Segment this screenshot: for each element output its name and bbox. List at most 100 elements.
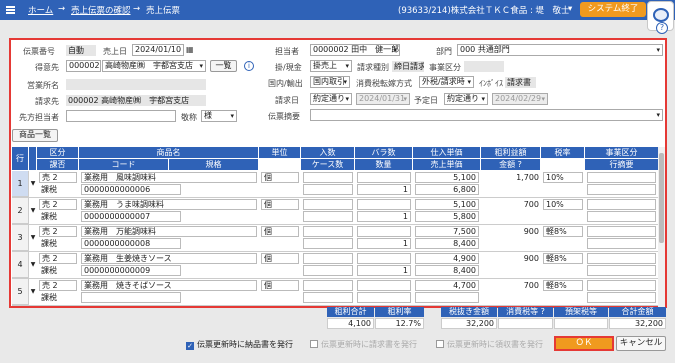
row-qty-input[interactable] [357, 292, 411, 303]
row-irisu-input[interactable] [303, 172, 353, 183]
row-code-input[interactable]: 0000000000008 [81, 238, 181, 249]
staff-select[interactable]: 0000002 田中 健一郎 [310, 44, 400, 56]
payment-select[interactable]: 掛売上 [310, 60, 352, 72]
row-price-input[interactable]: 8,400 [415, 265, 479, 276]
row-code-input[interactable]: 0000000000007 [81, 211, 181, 222]
row-code-input[interactable]: 0000000000009 [81, 265, 181, 276]
row-business-select[interactable] [587, 226, 656, 237]
row-product-name-input[interactable]: 業務用 万能調味料 [81, 226, 257, 237]
calendar-icon[interactable]: ▦ [186, 45, 194, 54]
row-cost-input[interactable]: 5,100 [415, 172, 479, 183]
row-menu-arrow[interactable]: ▼ [29, 171, 37, 197]
row-irisu-input[interactable] [303, 280, 353, 291]
row-tax-select[interactable]: 10% [543, 199, 583, 210]
row-cost-input[interactable]: 4,700 [415, 280, 479, 291]
row-note-input[interactable] [587, 211, 656, 222]
row-number[interactable]: 4 [12, 252, 29, 278]
row-bara-input[interactable] [357, 199, 411, 210]
bill-date-mode-select[interactable]: 約定通り [310, 93, 352, 105]
row-kubun-select[interactable]: 売 2 [39, 280, 77, 291]
row-number[interactable]: 5 [12, 279, 29, 305]
row-unit-select[interactable]: 個 [261, 253, 299, 264]
row-tax-select[interactable]: 10% [543, 172, 583, 183]
row-qty-input[interactable]: 1 [357, 238, 411, 249]
info-icon[interactable]: i [244, 61, 254, 71]
row-qty-input[interactable]: 1 [357, 265, 411, 276]
ok-button[interactable]: ＯＫ [554, 336, 614, 351]
row-product-name-input[interactable]: 業務用 風味調味料 [81, 172, 257, 183]
row-tax-select[interactable]: 軽8% [543, 280, 583, 291]
row-bara-input[interactable] [357, 172, 411, 183]
tax-method-select[interactable]: 外税/請求時 [419, 76, 474, 88]
row-unit-select[interactable]: 個 [261, 199, 299, 210]
row-qty-input[interactable]: 1 [357, 211, 411, 222]
row-kubun-select[interactable]: 売 2 [39, 199, 77, 210]
scrollbar-thumb[interactable] [659, 153, 664, 243]
row-menu-arrow[interactable]: ▼ [29, 198, 37, 224]
row-note-input[interactable] [587, 265, 656, 276]
honorific-select[interactable]: 様 [201, 110, 237, 122]
row-unit-select[interactable]: 個 [261, 172, 299, 183]
row-qty-input[interactable]: 1 [357, 184, 411, 195]
row-tax-select[interactable]: 軽8% [543, 226, 583, 237]
user-menu-arrow[interactable]: ▾ [568, 4, 572, 14]
due-date-mode-select[interactable]: 約定通り [444, 93, 488, 105]
row-number[interactable]: 1 [12, 171, 29, 197]
row-product-name-input[interactable]: 業務用 生姜焼きソース [81, 253, 257, 264]
sales-date-input[interactable]: 2024/01/10 [132, 44, 184, 56]
row-note-input[interactable] [587, 184, 656, 195]
product-list-button[interactable]: 商品一覧 [12, 129, 58, 142]
row-cases-input[interactable] [303, 211, 353, 222]
row-cost-input[interactable]: 4,900 [415, 253, 479, 264]
row-kubun-select[interactable]: 売 2 [39, 172, 77, 183]
department-select[interactable]: 000 共通部門 [457, 44, 663, 56]
row-irisu-input[interactable] [303, 226, 353, 237]
customer-code-input[interactable]: 000002 [66, 60, 101, 72]
row-irisu-input[interactable] [303, 253, 353, 264]
row-unit-select[interactable]: 個 [261, 280, 299, 291]
row-bara-input[interactable] [357, 280, 411, 291]
menu-icon[interactable] [3, 3, 18, 17]
row-cases-input[interactable] [303, 238, 353, 249]
customer-list-button[interactable]: 一覧 [210, 60, 237, 72]
row-product-name-input[interactable]: 業務用 焼きそばソース [81, 280, 257, 291]
row-business-select[interactable] [587, 280, 656, 291]
row-menu-arrow[interactable]: ▼ [29, 225, 37, 251]
row-menu-arrow[interactable]: ▼ [29, 252, 37, 278]
row-number[interactable]: 2 [12, 198, 29, 224]
row-bara-input[interactable] [357, 253, 411, 264]
row-unit-select[interactable]: 個 [261, 226, 299, 237]
summary-select[interactable] [310, 109, 663, 121]
row-menu-arrow[interactable]: ▼ [29, 279, 37, 305]
row-price-input[interactable]: 8,400 [415, 238, 479, 249]
row-cost-input[interactable]: 7,500 [415, 226, 479, 237]
row-business-select[interactable] [587, 253, 656, 264]
system-exit-button[interactable]: システム終了 [580, 2, 646, 17]
row-product-name-input[interactable]: 業務用 うま味調味料 [81, 199, 257, 210]
row-business-select[interactable] [587, 199, 656, 210]
row-cost-input[interactable]: 5,100 [415, 199, 479, 210]
row-note-input[interactable] [587, 238, 656, 249]
row-price-input[interactable]: 5,800 [415, 211, 479, 222]
row-irisu-input[interactable] [303, 199, 353, 210]
row-number[interactable]: 3 [12, 225, 29, 251]
row-code-input[interactable] [81, 292, 181, 303]
row-business-select[interactable] [587, 172, 656, 183]
row-note-input[interactable] [587, 292, 656, 303]
row-price-input[interactable] [415, 292, 479, 303]
contact-input[interactable] [66, 110, 176, 122]
row-code-input[interactable]: 0000000000006 [81, 184, 181, 195]
row-cases-input[interactable] [303, 184, 353, 195]
row-cases-input[interactable] [303, 292, 353, 303]
breadcrumb-sales-confirm[interactable]: 売上伝票の確認 [71, 4, 131, 16]
row-tax-select[interactable]: 軽8% [543, 253, 583, 264]
help-icon[interactable]: ? [656, 22, 668, 34]
breadcrumb-home[interactable]: ホーム [28, 4, 53, 16]
row-price-input[interactable]: 6,800 [415, 184, 479, 195]
customer-name-select[interactable]: 高崎物産㈱ 宇都宮支店 [102, 60, 206, 72]
row-kubun-select[interactable]: 売 2 [39, 253, 77, 264]
cancel-button[interactable]: キャンセル [616, 336, 666, 351]
domestic-select[interactable]: 国内取引 [310, 76, 350, 88]
row-cases-input[interactable] [303, 265, 353, 276]
issue-delivery-checkbox[interactable]: ✓ 伝票更新時に納品書を発行 [186, 339, 293, 350]
